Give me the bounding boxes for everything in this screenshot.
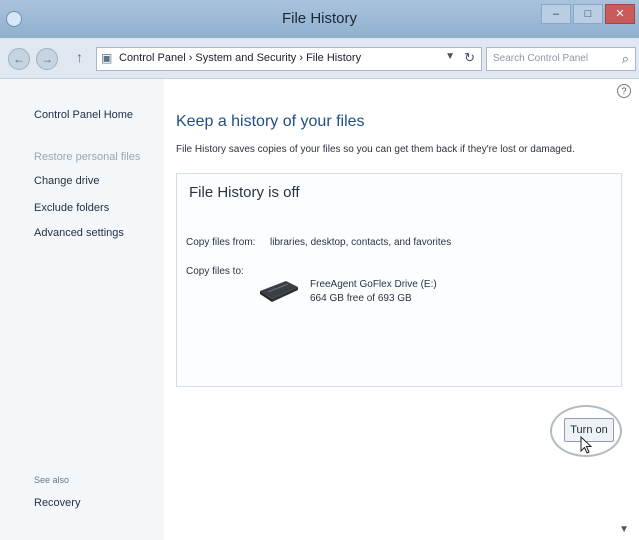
external-drive-icon xyxy=(260,281,298,302)
main-content: Keep a history of your files File Histor… xyxy=(176,80,632,530)
sidebar-item-recovery[interactable]: Recovery xyxy=(34,497,80,509)
control-panel-icon: ▣ xyxy=(101,51,113,65)
refresh-icon[interactable]: ↻ xyxy=(464,50,475,66)
scroll-down-icon[interactable]: ▼ xyxy=(619,524,629,535)
mouse-cursor-icon xyxy=(580,436,593,454)
close-button[interactable]: ✕ xyxy=(605,4,635,24)
page-description: File History saves copies of your files … xyxy=(176,144,575,155)
back-arrow-icon[interactable]: ← xyxy=(8,48,30,70)
drive-free-space: 664 GB free of 693 GB xyxy=(310,293,412,304)
sidebar-item-change-drive[interactable]: Change drive xyxy=(34,175,99,187)
sidebar-item-exclude-folders[interactable]: Exclude folders xyxy=(34,202,109,214)
drive-name: FreeAgent GoFlex Drive (E:) xyxy=(310,279,437,290)
up-arrow-icon[interactable]: ↑ xyxy=(76,49,83,65)
file-history-window: File History – □ ✕ ← → ↑ ▣ Control Panel… xyxy=(0,0,639,540)
maximize-button[interactable]: □ xyxy=(573,4,603,24)
see-also-label: See also xyxy=(34,475,70,485)
breadcrumb[interactable]: Control Panel › System and Security › Fi… xyxy=(119,52,361,64)
copy-files-from-label: Copy files from: xyxy=(186,237,256,248)
file-history-status-panel: File History is off Copy files from: lib… xyxy=(176,173,622,457)
navigation-bar: ← → ↑ ▣ Control Panel › System and Secur… xyxy=(0,38,639,79)
search-icon[interactable]: ⌕ xyxy=(622,51,629,67)
sidebar-item-control-panel-home[interactable]: Control Panel Home xyxy=(34,109,133,121)
sidebar-item-advanced-settings[interactable]: Advanced settings xyxy=(34,227,124,239)
sidebar-item-restore-personal-files[interactable]: Restore personal files xyxy=(34,151,140,163)
address-bar[interactable]: ▣ Control Panel › System and Security › … xyxy=(96,47,482,71)
copy-files-to-label: Copy files to: xyxy=(186,266,244,277)
chevron-down-icon[interactable]: ▼ xyxy=(445,51,455,62)
page-title: Keep a history of your files xyxy=(176,113,365,130)
search-placeholder: Search Control Panel xyxy=(493,53,589,64)
sidebar: Control Panel Home Restore personal file… xyxy=(0,79,164,540)
status-text: File History is off xyxy=(189,184,300,201)
window-controls: – □ ✕ xyxy=(541,4,635,24)
copy-files-from-value: libraries, desktop, contacts, and favori… xyxy=(270,237,452,248)
minimize-button[interactable]: – xyxy=(541,4,571,24)
forward-arrow-icon[interactable]: → xyxy=(36,48,58,70)
title-bar[interactable]: File History – □ ✕ xyxy=(0,0,639,38)
search-input[interactable]: Search Control Panel ⌕ xyxy=(486,47,636,71)
